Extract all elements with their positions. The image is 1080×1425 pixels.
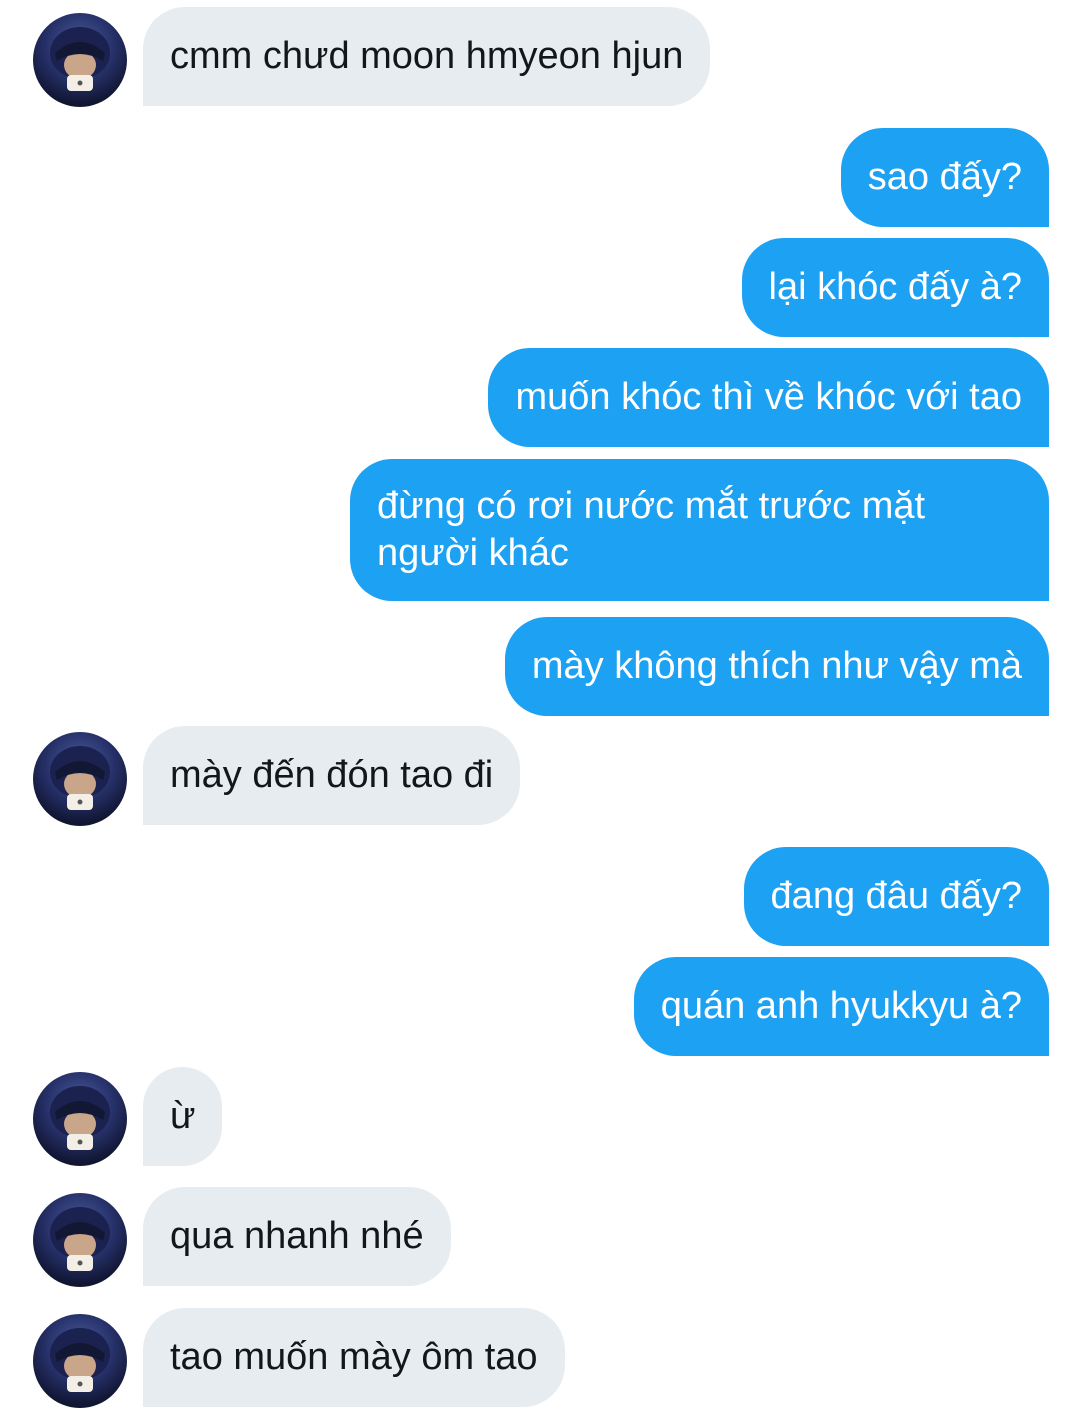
avatar[interactable] bbox=[33, 1314, 127, 1408]
message-bubble-incoming[interactable]: cmm chưd moon hmyeon hjun bbox=[143, 7, 711, 106]
message-bubble-outgoing[interactable]: sao đấy? bbox=[840, 128, 1049, 227]
message-bubble-outgoing[interactable]: muốn khóc thì về khóc với tao bbox=[488, 348, 1049, 447]
message-bubble-incoming[interactable]: qua nhanh nhé bbox=[143, 1187, 451, 1286]
message-bubble-outgoing[interactable]: đừng có rơi nước mắt trước mặt người khá… bbox=[350, 459, 1049, 601]
avatar[interactable] bbox=[33, 1193, 127, 1287]
message-bubble-incoming[interactable]: ừ bbox=[143, 1067, 223, 1166]
user-avatar-icon bbox=[50, 27, 110, 91]
avatar[interactable] bbox=[33, 13, 127, 107]
avatar[interactable] bbox=[33, 1072, 127, 1166]
message-bubble-incoming[interactable]: mày đến đón tao đi bbox=[143, 726, 521, 825]
message-bubble-outgoing[interactable]: lại khóc đấy à? bbox=[741, 238, 1049, 337]
user-avatar-icon bbox=[50, 1328, 110, 1392]
message-bubble-outgoing[interactable]: quán anh hyukkyu à? bbox=[633, 957, 1049, 1056]
user-avatar-icon bbox=[50, 746, 110, 810]
user-avatar-icon bbox=[50, 1207, 110, 1271]
message-bubble-incoming[interactable]: tao muốn mày ôm tao bbox=[143, 1308, 565, 1407]
message-bubble-outgoing[interactable]: đang đâu đấy? bbox=[743, 847, 1049, 946]
user-avatar-icon bbox=[50, 1086, 110, 1150]
avatar[interactable] bbox=[33, 732, 127, 826]
message-bubble-outgoing[interactable]: mày không thích như vậy mà bbox=[504, 617, 1049, 716]
